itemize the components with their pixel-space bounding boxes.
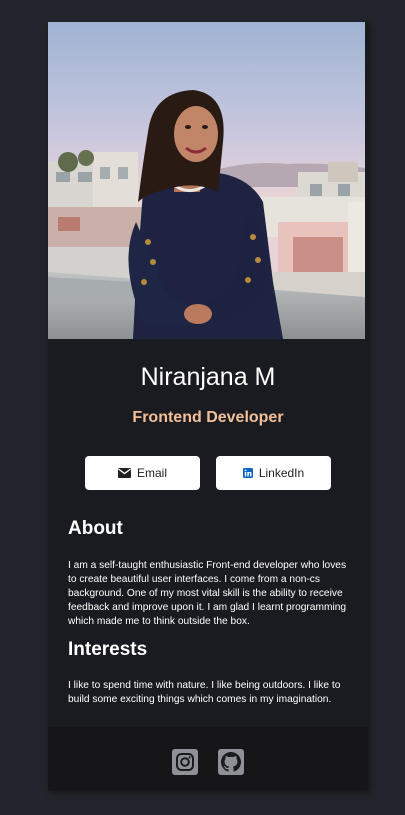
linkedin-button[interactable]: LinkedIn	[216, 456, 331, 490]
profile-card: Niranjana M Frontend Developer Email Lin…	[48, 22, 368, 791]
interests-heading: Interests	[68, 639, 148, 660]
email-button[interactable]: Email	[85, 456, 200, 490]
interests-text: I like to spend time with nature. I like…	[68, 680, 341, 705]
profile-photo	[48, 22, 365, 339]
linkedin-icon	[242, 468, 253, 478]
github-icon[interactable]	[218, 749, 244, 775]
about-text: I am a self-taught enthusiastic Front-en…	[68, 560, 347, 627]
linkedin-button-label: LinkedIn	[258, 466, 305, 480]
about-heading: About	[68, 518, 123, 539]
profile-role: Frontend Developer	[132, 409, 284, 426]
footer	[48, 727, 368, 791]
instagram-icon[interactable]	[172, 749, 198, 775]
email-button-label: Email	[136, 466, 167, 480]
envelope-icon	[117, 468, 131, 478]
profile-name: Niranjana M	[140, 363, 276, 391]
